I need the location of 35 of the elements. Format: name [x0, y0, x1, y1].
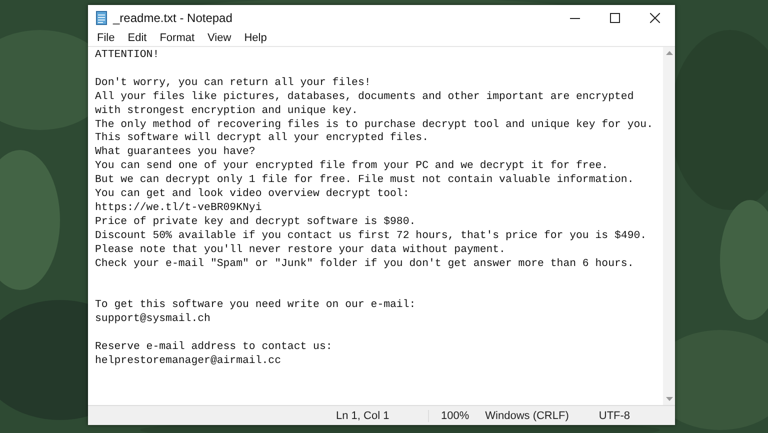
- text-line: To get this software you need write on our e-mail:: [95, 299, 417, 313]
- text-line: Check your e-mail "Spam" or "Junk" folder if you don't get answer more than 6 hours.: [95, 258, 635, 272]
- menu-item[interactable]: Edit: [122, 32, 152, 44]
- text-line: ATTENTION!: [95, 49, 160, 63]
- menu-item[interactable]: File: [92, 32, 120, 44]
- text-line: with strongest encryption and unique key.: [95, 104, 359, 119]
- scrollbar[interactable]: [663, 47, 675, 405]
- encoding: UTF-8: [598, 410, 632, 422]
- text-line: You can send one of your encrypted file from your PC and we decrypt it for free.: [95, 160, 610, 174]
- menu-item[interactable]: Help: [239, 32, 272, 44]
- text-line: Don't worry, you can return all your files!: [95, 76, 372, 91]
- scroll-up-icon[interactable]: [666, 50, 672, 55]
- text-line: What guarantees you have?: [95, 146, 256, 160]
- maximize-icon: [610, 12, 620, 22]
- text-line: All your files like pictures, databases, documents and other important are encrypted: [95, 90, 635, 105]
- text-line: helprestoremanager@airmail.cc: [95, 354, 282, 369]
- text-line: Reserve e-mail address to contact us:: [95, 340, 334, 355]
- text-line: Discount 50% available if you contact us first 72 hours, that's price for you is $490.: [95, 230, 648, 244]
- window-title: _readme.txt - Notepad: [113, 10, 234, 24]
- text-line: The only method of recovering files is to purchase decrypt tool and unique key for you.: [95, 118, 654, 132]
- scroll-down-icon[interactable]: [666, 397, 672, 402]
- text-line: Price of private key and decrypt software is $980.: [95, 216, 417, 230]
- close-icon: [650, 12, 660, 22]
- text-line: You can get and look video overview decrypt tool:: [95, 188, 410, 202]
- menu-item[interactable]: View: [202, 32, 236, 44]
- text-line: This software will decrypt all your encrypted files.: [95, 132, 430, 146]
- text-line: https://we.tl/t-veBR09KNyi: [95, 202, 263, 216]
- menu-item[interactable]: Format: [154, 32, 200, 44]
- text-line: But we can decrypt only 1 file for free. File must not contain valuable information.: [95, 174, 635, 188]
- text-line: Please note that you'll never restore your data without payment.: [95, 244, 506, 258]
- text-line: support@sysmail.ch: [95, 313, 212, 328]
- zoom-level: 100%: [440, 410, 470, 422]
- cursor-position: Ln 1, Col 1: [328, 410, 429, 422]
- line-endings: Windows (CRLF): [484, 410, 570, 422]
- document-icon: [96, 10, 107, 24]
